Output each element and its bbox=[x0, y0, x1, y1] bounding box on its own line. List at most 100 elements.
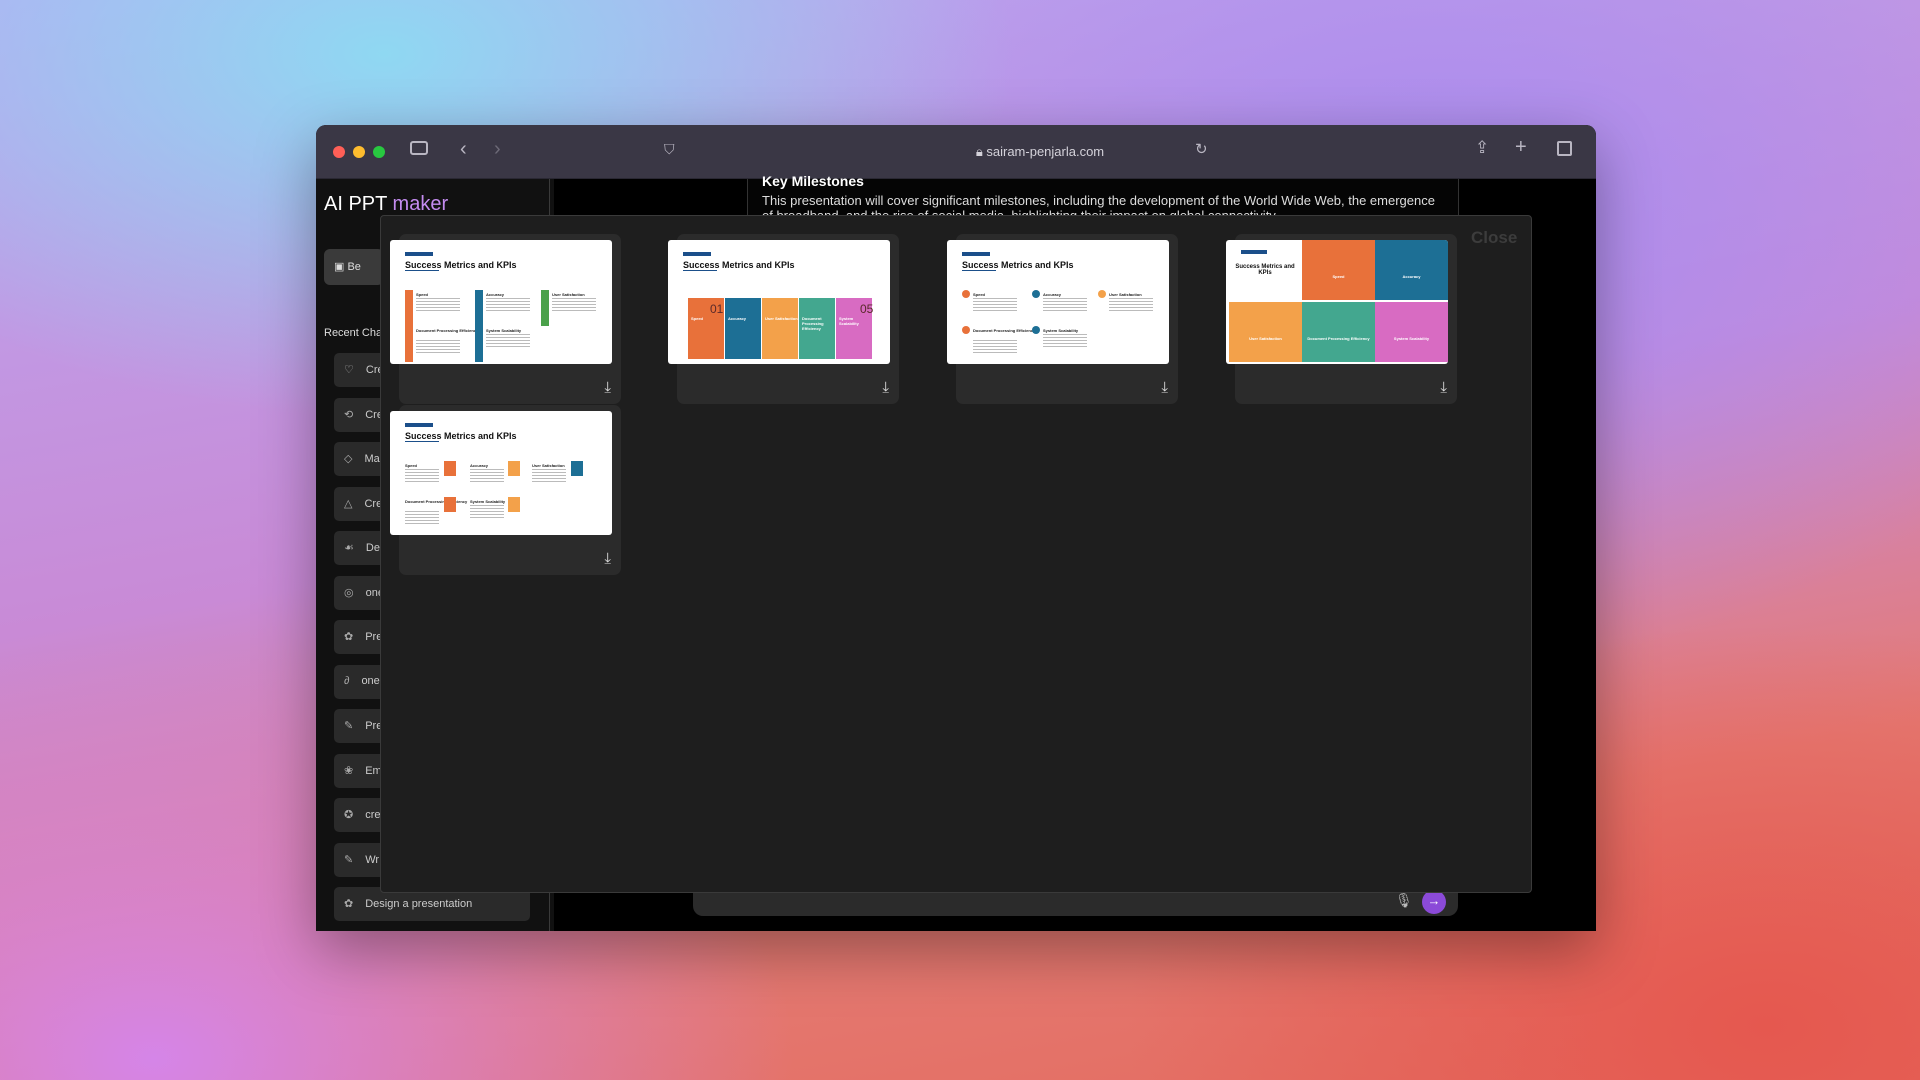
chat-item-icon: ◎ bbox=[344, 586, 354, 599]
address-bar[interactable]: 🔒︎ sairam-penjarla.com bbox=[890, 142, 1190, 162]
content-card: Key Milestones This presentation will co… bbox=[747, 173, 1459, 223]
slide-text: 01 bbox=[710, 302, 724, 316]
slide-shape bbox=[405, 252, 433, 256]
recent-chat-heading: Recent Chat bbox=[324, 327, 386, 339]
slide-shape bbox=[470, 505, 504, 519]
slide-shape bbox=[405, 441, 439, 442]
slide-thumbnail[interactable]: Success Metrics and KPIs Speed Accuracy … bbox=[390, 411, 612, 535]
reload-icon[interactable]: ↻ bbox=[1195, 140, 1208, 158]
slide-text: Document Processing Efficiency bbox=[799, 298, 835, 359]
slide-shape bbox=[405, 326, 413, 362]
slide-text: Speed bbox=[405, 463, 418, 468]
chat-item-label: Wr bbox=[365, 853, 380, 866]
slide-shape bbox=[405, 423, 433, 427]
download-icon[interactable]: ⤓ bbox=[604, 379, 611, 396]
tabs-overview-icon[interactable] bbox=[1557, 141, 1572, 156]
brand-title: AI PPT maker bbox=[324, 193, 449, 215]
slide-text: Accuracy bbox=[486, 292, 505, 297]
template-card[interactable]: Success Metrics and KPIs Speed Accuracy … bbox=[390, 405, 621, 575]
slide-shape bbox=[532, 469, 566, 483]
slide-shape bbox=[962, 326, 970, 334]
slide-text: Document Processing Efficiency bbox=[973, 328, 1036, 333]
chat-item-icon: ✎ bbox=[344, 853, 354, 866]
slide-shape bbox=[962, 290, 970, 298]
slide-shape bbox=[1032, 326, 1040, 334]
slide-thumbnail[interactable]: Success Metrics and KPIs Speed Accuracy … bbox=[390, 240, 612, 364]
close-button[interactable]: Close bbox=[1471, 228, 1517, 248]
slide-text: Accuracy bbox=[1375, 240, 1448, 300]
slide-shape bbox=[571, 461, 583, 476]
slide-text: Accuracy bbox=[725, 298, 761, 359]
chat-item-icon: ☙ bbox=[344, 542, 354, 554]
new-tab-icon[interactable]: + bbox=[1515, 136, 1527, 159]
chat-item-label: Design a presentation bbox=[365, 898, 473, 910]
slide-shape bbox=[962, 252, 990, 256]
slide-shape bbox=[470, 469, 504, 483]
chat-item-icon: ❀ bbox=[344, 764, 354, 777]
slide-shape bbox=[405, 290, 413, 326]
slide-shape bbox=[973, 298, 1017, 312]
slide-shape bbox=[973, 340, 1017, 354]
back-icon[interactable]: ‹ bbox=[460, 138, 467, 161]
slide-text: Accuracy bbox=[470, 463, 489, 468]
template-card[interactable]: Success Metrics and KPIs Speed Accuracy … bbox=[390, 234, 621, 404]
begin-button[interactable]: ▣ Be bbox=[324, 249, 384, 285]
download-icon[interactable]: ⤓ bbox=[1161, 379, 1168, 396]
slide-shape bbox=[508, 497, 520, 512]
slide-text: User Satisfaction bbox=[1109, 292, 1142, 297]
chat-item-label: Ma bbox=[364, 453, 380, 465]
slide-text: User Satisfaction bbox=[762, 298, 798, 359]
slide-shape bbox=[1032, 290, 1040, 298]
chat-item-icon: ♡ bbox=[344, 364, 354, 376]
download-icon[interactable]: ⤓ bbox=[1440, 379, 1447, 396]
url-text: sairam-penjarla.com bbox=[986, 144, 1105, 159]
zoom-window-button[interactable] bbox=[373, 146, 385, 158]
slide-text: Success Metrics and KPIs bbox=[405, 431, 517, 441]
slide-text: System Scalability bbox=[1375, 302, 1448, 362]
slide-text: User Satisfaction bbox=[532, 463, 565, 468]
chat-item-label: one bbox=[361, 674, 380, 687]
slide-shape bbox=[475, 326, 483, 362]
slide-thumbnail[interactable]: Success Metrics and KPIs Speed Accuracy … bbox=[668, 240, 890, 364]
slide-text: Document Processing Efficiency bbox=[416, 328, 479, 333]
chat-item-label: De bbox=[365, 542, 380, 554]
slide-shape bbox=[486, 298, 530, 312]
chat-item-icon: ◇ bbox=[344, 453, 353, 465]
chat-item-icon: ✪ bbox=[344, 809, 354, 821]
slide-shape bbox=[405, 469, 439, 483]
sidebar-toggle-icon[interactable] bbox=[410, 141, 428, 155]
share-icon[interactable]: ⇪ bbox=[1475, 138, 1489, 158]
section-heading: Key Milestones bbox=[762, 173, 864, 189]
slide-text: Speed bbox=[1302, 240, 1375, 300]
slide-thumbnail[interactable]: Success Metrics and KPIs Speed Accuracy … bbox=[1226, 240, 1448, 364]
slide-shape bbox=[962, 270, 996, 271]
slide-text: System Scalability bbox=[1043, 328, 1079, 333]
chat-item-icon: ✿ bbox=[344, 631, 354, 643]
download-icon[interactable]: ⤓ bbox=[604, 550, 611, 567]
slide-text: Speed bbox=[973, 292, 986, 297]
send-button[interactable]: → bbox=[1422, 890, 1446, 914]
slide-shape bbox=[683, 252, 711, 256]
shield-icon[interactable]: ⛉ bbox=[664, 141, 675, 158]
template-card[interactable]: Success Metrics and KPIs Speed Accuracy … bbox=[947, 234, 1178, 404]
slide-shape bbox=[475, 290, 483, 326]
slide-text: Document Processing Efficiency bbox=[405, 499, 468, 504]
template-card[interactable]: Success Metrics and KPIs Speed Accuracy … bbox=[668, 234, 899, 404]
slide-shape bbox=[1241, 250, 1267, 254]
slide-text: Speed bbox=[416, 292, 429, 297]
lock-icon: 🔒︎ bbox=[975, 144, 987, 159]
slide-thumbnail[interactable]: Success Metrics and KPIs Speed Accuracy … bbox=[947, 240, 1169, 364]
slide-shape bbox=[416, 298, 460, 312]
slide-title: Success Metrics and KPIs bbox=[405, 260, 517, 270]
template-card[interactable]: Success Metrics and KPIs Speed Accuracy … bbox=[1226, 234, 1457, 404]
chat-item-icon: ✎ bbox=[344, 720, 354, 732]
forward-icon[interactable]: › bbox=[494, 138, 501, 161]
slide-text: 05 bbox=[860, 302, 874, 316]
close-window-button[interactable] bbox=[333, 146, 345, 158]
download-icon[interactable]: ⤓ bbox=[882, 379, 889, 396]
chat-item-label: cre bbox=[365, 809, 381, 821]
microphone-icon[interactable]: 🎙︎ bbox=[1395, 892, 1413, 909]
slide-shape bbox=[405, 270, 439, 271]
minimize-window-button[interactable] bbox=[353, 146, 365, 158]
slide-shape bbox=[508, 461, 520, 476]
